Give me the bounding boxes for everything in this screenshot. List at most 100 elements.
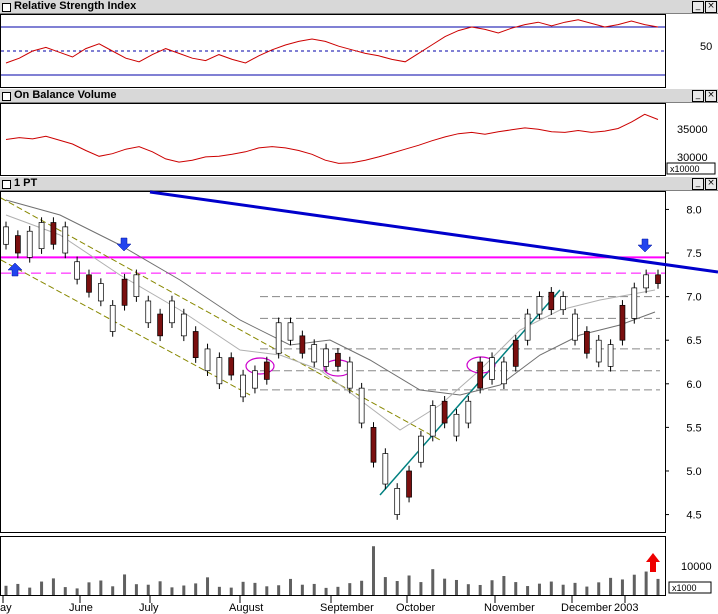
volume-bar	[75, 588, 79, 595]
candle-body	[429, 405, 436, 437]
obv-layer	[5, 113, 659, 164]
x-tick-label: August	[229, 602, 263, 614]
candle-body	[465, 400, 472, 424]
volume-bar	[277, 585, 281, 595]
chart-canvas: 50 35000 30000 x10000 8.0 7.5 7.0 6.5 6.0 5.5…	[0, 14, 718, 614]
volume-bar	[134, 584, 138, 595]
volume-bar	[4, 585, 8, 595]
candle-body	[180, 313, 187, 337]
candle-body	[169, 300, 175, 324]
obv-tick-35000: 35000	[677, 124, 708, 136]
candle-body	[74, 261, 80, 280]
candle-body	[619, 304, 626, 341]
volume-multiplier: x1000	[672, 583, 697, 593]
volume-bar	[632, 574, 636, 595]
volume-bar	[490, 580, 494, 595]
candle-body	[548, 291, 555, 311]
arrow-down-icon	[116, 237, 132, 252]
candle-body	[228, 357, 235, 376]
candle-body	[3, 226, 9, 245]
x-tick-label: October	[396, 602, 435, 614]
volume-bar	[123, 574, 127, 595]
candle-body	[275, 322, 282, 354]
volume-bar	[620, 579, 624, 595]
volume-bar	[16, 583, 20, 595]
price-plot-area	[0, 191, 666, 533]
volume-tick-label: 10000	[681, 561, 712, 573]
volume-bar	[466, 584, 470, 595]
candle-body	[418, 435, 424, 463]
candle-body	[501, 361, 507, 385]
price-tick-label: 8.0	[686, 204, 701, 216]
price-tick-label: 7.0	[686, 292, 701, 304]
rsi-layer	[1, 19, 665, 76]
candle-body	[346, 361, 353, 389]
volume-bar	[206, 577, 210, 595]
candle-body	[595, 339, 602, 363]
candle-body	[38, 222, 45, 250]
candle-body	[62, 226, 69, 254]
volume-bar	[419, 582, 423, 595]
candle-body	[97, 283, 104, 302]
volume-bar	[360, 580, 364, 595]
candle-body	[204, 348, 211, 372]
volume-bar	[585, 586, 589, 595]
candle-body	[477, 361, 484, 389]
volume-bar	[561, 584, 565, 595]
candle-body	[145, 300, 152, 324]
candle-body	[299, 335, 306, 354]
volume-bar	[170, 587, 174, 595]
volume-bar	[229, 587, 233, 595]
volume-bar	[265, 586, 269, 595]
candle-body	[536, 296, 543, 315]
candle-body	[382, 453, 389, 485]
candle-body	[26, 230, 33, 258]
arrow-up-icon	[646, 553, 660, 572]
candle-body	[263, 361, 270, 380]
price-tick-label: 7.5	[686, 248, 701, 260]
price-tick-label: 4.5	[686, 510, 701, 522]
volume-bar	[111, 586, 115, 595]
obv-plot-area	[0, 103, 666, 176]
candle-body	[441, 400, 448, 424]
price-axis-ticks: 8.0 7.5 7.0 6.5 6.0 5.5 5.0 4.5	[665, 204, 702, 522]
downtrend-line	[149, 190, 718, 274]
price-tick-label: 5.5	[686, 422, 701, 434]
volume-bar	[371, 546, 375, 595]
volume-bar	[549, 581, 553, 595]
moving-average-short	[5, 214, 656, 431]
volume-bar	[537, 583, 541, 595]
volume-bar	[28, 587, 32, 595]
candle-body	[370, 427, 377, 463]
volume-bar	[573, 582, 577, 595]
candle-body	[109, 304, 116, 332]
candle-body	[643, 274, 649, 289]
candle-body	[133, 274, 140, 297]
x-tick-label: 2003	[614, 602, 638, 614]
volume-bar	[431, 569, 435, 595]
volume-bar	[158, 581, 162, 595]
volume-bar	[656, 578, 660, 595]
candle-body	[512, 339, 519, 367]
volume-bar	[241, 581, 245, 595]
candle-body	[655, 274, 661, 284]
candle-body	[572, 313, 578, 341]
obv-tick-30000: 30000	[677, 152, 708, 164]
volume-bar	[182, 585, 186, 595]
candle-body	[50, 222, 57, 245]
volume-bar	[348, 583, 352, 595]
candle-body	[584, 331, 590, 354]
volume-bar	[253, 582, 257, 595]
volume-bar	[51, 578, 55, 595]
candle-body	[607, 344, 614, 367]
candle-body	[335, 352, 341, 367]
volume-bar	[87, 582, 91, 595]
candle-body	[240, 374, 246, 398]
volume-bars	[4, 546, 660, 595]
candle-body	[358, 387, 365, 424]
volume-bar	[644, 571, 648, 595]
candle-body	[287, 322, 294, 341]
candle-body	[453, 413, 460, 437]
volume-bar	[312, 583, 316, 595]
x-tick-label: November	[484, 602, 535, 614]
